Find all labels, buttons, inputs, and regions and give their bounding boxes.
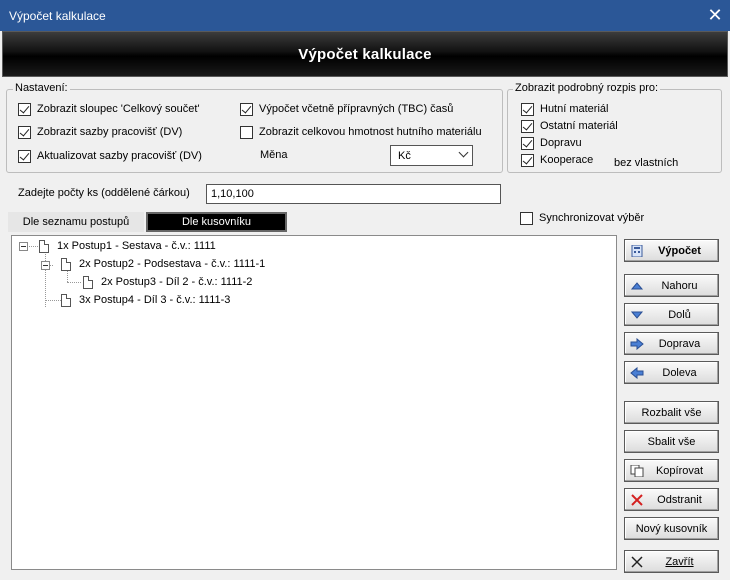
button-label: Dolů (668, 309, 691, 321)
copy-button[interactable]: Kopírovat (624, 459, 719, 482)
checkbox-other-material[interactable]: Ostatní materiál (521, 119, 618, 133)
checkbox-label: Synchronizovat výběr (539, 212, 645, 224)
tree-connector (67, 282, 81, 283)
checkbox-box[interactable] (18, 149, 31, 163)
button-label: Výpočet (658, 245, 701, 257)
document-icon (61, 257, 71, 271)
header-banner: Výpočet kalkulace (2, 31, 728, 77)
quantity-label: Zadejte počty ks (oddělené čárkou) (18, 187, 190, 199)
checkbox-sync-selection[interactable]: Synchronizovat výběr (520, 211, 644, 225)
checkbox-label: Aktualizovat sazby pracovišť (DV) (37, 150, 202, 162)
tree-node[interactable]: 2x Postup2 - Podsestava - č.v.: 1111-1 (61, 256, 265, 272)
remove-button[interactable]: Odstranit (624, 488, 719, 511)
tree-node[interactable]: 1x Postup1 - Sestava - č.v.: 1111 (39, 238, 216, 254)
bom-tree[interactable]: 1x Postup1 - Sestava - č.v.: 1111 2x Pos… (11, 235, 617, 570)
settings-legend: Nastavení: (13, 82, 70, 94)
quantity-value: 1,10,100 (211, 188, 254, 200)
checkbox-label: Kooperace (540, 154, 594, 166)
checkbox-label: Ostatní materiál (540, 120, 618, 132)
tree-node-label: 2x Postup3 - Díl 2 - č.v.: 1111-2 (101, 276, 253, 288)
tree-node-label: 2x Postup2 - Podsestava - č.v.: 1111-1 (79, 258, 266, 270)
button-label: Nahoru (661, 280, 698, 292)
checkbox-box[interactable] (240, 102, 253, 116)
currency-value: Kč (398, 150, 411, 162)
quantity-input[interactable]: 1,10,100 (206, 184, 501, 204)
checkbox-label: Zobrazit sloupec 'Celkový součet' (37, 103, 200, 115)
checkbox-box[interactable] (18, 125, 31, 139)
collapse-icon[interactable] (41, 261, 50, 270)
button-label: Sbalit vše (647, 436, 696, 448)
checkbox-steel-material[interactable]: Hutní materiál (521, 102, 608, 116)
tab-label: Dle kusovníku (181, 216, 252, 228)
currency-label: Měna (260, 149, 288, 161)
button-label: Zavřít (665, 556, 694, 568)
collapse-all-button[interactable]: Sbalit vše (624, 430, 719, 453)
button-label: Nový kusovník (635, 523, 708, 535)
checkbox-box[interactable] (521, 119, 534, 133)
tree-connector (45, 250, 46, 307)
right-button[interactable]: Doprava (624, 332, 719, 355)
tab-process-list[interactable]: Dle seznamu postupů (8, 212, 144, 232)
document-icon (61, 293, 71, 307)
checkbox-update-workplace-rates[interactable]: Aktualizovat sazby pracovišť (DV) (18, 149, 202, 163)
collapse-icon[interactable] (19, 242, 28, 251)
tree-node-label: 1x Postup1 - Sestava - č.v.: 1111 (57, 240, 216, 252)
button-label: Doleva (662, 367, 697, 379)
checkbox-label: Zobrazit celkovou hmotnost hutního mater… (259, 126, 482, 138)
button-label: Doprava (658, 338, 701, 350)
currency-select[interactable]: Kč (390, 145, 473, 166)
detail-legend: Zobrazit podrobný rozpis pro: (513, 82, 661, 94)
tree-node[interactable]: 2x Postup3 - Díl 2 - č.v.: 1111-2 (83, 274, 252, 290)
tree-node-label: 3x Postup4 - Díl 3 - č.v.: 1111-3 (79, 294, 231, 306)
up-button[interactable]: Nahoru (624, 274, 719, 297)
tree-node[interactable]: 3x Postup4 - Díl 3 - č.v.: 1111-3 (61, 292, 230, 308)
down-button[interactable]: Dolů (624, 303, 719, 326)
checkbox-box[interactable] (520, 211, 533, 225)
checkbox-show-total-column[interactable]: Zobrazit sloupec 'Celkový součet' (18, 102, 200, 116)
checkbox-box[interactable] (240, 125, 253, 139)
checkbox-include-tbc-times[interactable]: Výpočet včetně přípravných (TBC) časů (240, 102, 453, 116)
close-icon[interactable]: ✕ (700, 0, 730, 31)
checkbox-label: Výpočet včetně přípravných (TBC) časů (259, 103, 454, 115)
checkbox-show-total-weight[interactable]: Zobrazit celkovou hmotnost hutního mater… (240, 125, 482, 139)
title-bar: Výpočet kalkulace ✕ (0, 0, 730, 31)
tab-label: Dle seznamu postupů (22, 216, 130, 228)
checkbox-label: Dopravu (540, 137, 582, 149)
chevron-down-icon (458, 147, 469, 158)
checkbox-transport[interactable]: Dopravu (521, 136, 582, 150)
tab-bom[interactable]: Dle kusovníku (146, 212, 287, 232)
checkbox-label: Hutní materiál (540, 103, 609, 115)
window-title: Výpočet kalkulace (9, 9, 106, 23)
button-label: Rozbalit vše (641, 407, 702, 419)
close-button[interactable]: Zavřít (624, 550, 719, 573)
button-label: Odstranit (657, 494, 702, 506)
new-bom-button[interactable]: Nový kusovník (624, 517, 719, 540)
checkbox-box[interactable] (521, 136, 534, 150)
calculate-button[interactable]: Výpočet (624, 239, 719, 262)
button-label: Kopírovat (655, 465, 704, 477)
document-icon (39, 239, 49, 253)
document-icon (83, 275, 93, 289)
checkbox-show-workplace-rates[interactable]: Zobrazit sazby pracovišť (DV) (18, 125, 182, 139)
checkbox-box[interactable] (18, 102, 31, 116)
banner-title: Výpočet kalkulace (298, 46, 432, 63)
left-button[interactable]: Doleva (624, 361, 719, 384)
extra-label: bez vlastních (614, 157, 679, 169)
checkbox-cooperation[interactable]: Kooperace (521, 153, 593, 167)
checkbox-label: Zobrazit sazby pracovišť (DV) (37, 126, 183, 138)
checkbox-box[interactable] (521, 153, 534, 167)
checkbox-box[interactable] (521, 102, 534, 116)
expand-all-button[interactable]: Rozbalit vše (624, 401, 719, 424)
tree-connector (45, 300, 61, 301)
